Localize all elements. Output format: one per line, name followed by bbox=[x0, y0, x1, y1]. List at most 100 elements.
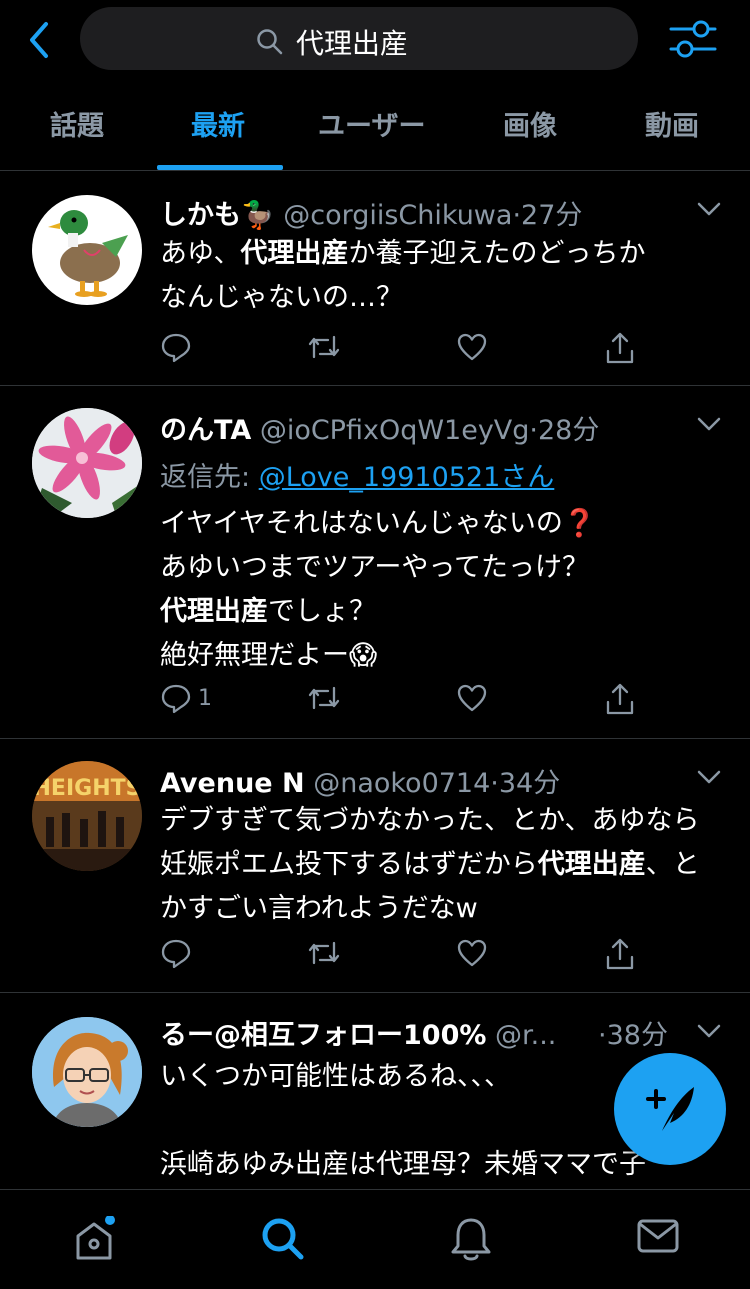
tweet-header: るー@相互フォロー100% @r... bbox=[160, 1013, 556, 1052]
tweet-text-line: 絶好無理だよー😱 bbox=[160, 640, 378, 671]
compose-tweet-button[interactable] bbox=[614, 1053, 726, 1165]
like-button[interactable] bbox=[456, 937, 488, 969]
tweet-header: Avenue N @naoko0714·34分 bbox=[160, 761, 560, 800]
tab-images[interactable]: 画像 bbox=[503, 104, 557, 143]
tweet-text: イヤイヤそれはないんじゃないの❓ あゆいつまでツアーやってたっけ？ 代理出産でしょ？… bbox=[160, 502, 720, 678]
tweet-header: しかも🦆 @corgiisChikuwa·27分 bbox=[160, 193, 582, 232]
nav-messages[interactable] bbox=[636, 1216, 680, 1256]
reply-count: 1 bbox=[198, 685, 212, 711]
like-button[interactable] bbox=[456, 682, 488, 714]
reply-icon bbox=[161, 333, 191, 363]
share-button[interactable] bbox=[604, 937, 636, 971]
chevron-down-icon bbox=[697, 202, 721, 216]
tweet-text: デブすぎて気づかなかった、とか、あゆなら妊娠ポエム投下するはずだから代理出産、と… bbox=[160, 799, 720, 931]
search-highlight: 代理出産 bbox=[240, 238, 349, 269]
tweet-text-line: いくつか可能性はあるね、、、 bbox=[160, 1061, 511, 1092]
nav-notifications[interactable] bbox=[449, 1216, 493, 1262]
tab-trending[interactable]: 話題 bbox=[50, 104, 104, 143]
like-button[interactable] bbox=[456, 331, 488, 363]
tweet-actions: 1 bbox=[160, 682, 650, 722]
retweet-icon bbox=[308, 686, 340, 710]
tweet-text-line: 代理出産でしょ？ bbox=[160, 590, 720, 634]
retweet-icon bbox=[308, 941, 340, 965]
reply-icon bbox=[161, 684, 191, 714]
username[interactable]: @r... bbox=[495, 1020, 556, 1051]
display-name[interactable]: のんTA bbox=[160, 415, 251, 446]
tab-users[interactable]: ユーザー bbox=[318, 104, 425, 143]
tweet-text-line: あゆいつまでツアーやってたっけ？ bbox=[160, 552, 590, 583]
tweet-actions bbox=[160, 937, 650, 977]
tweet-text-line: 浜崎あゆみ出産は代理母？未婚ママで子 bbox=[160, 1149, 646, 1180]
tweet-menu-button[interactable] bbox=[696, 199, 722, 219]
tweet-menu-button[interactable] bbox=[696, 767, 722, 787]
reply-to-label: 返信先: bbox=[160, 462, 259, 493]
search-filter-button[interactable] bbox=[668, 18, 718, 60]
username[interactable]: @naoko0714 bbox=[313, 768, 490, 799]
tweet-text: あゆ、代理出産か養子迎えたのどっちか なんじゃないの…？ bbox=[160, 232, 720, 320]
username[interactable]: @ioCPfixOqW1eyVg bbox=[260, 415, 530, 446]
duck-avatar-image bbox=[48, 210, 128, 297]
tweet-text-part: あゆ、 bbox=[160, 238, 241, 269]
reply-to-line: 返信先: @Love_19910521さん bbox=[160, 455, 554, 494]
retweet-icon bbox=[308, 335, 340, 359]
retweet-button[interactable] bbox=[306, 682, 342, 714]
share-icon bbox=[606, 332, 634, 364]
retweet-button[interactable] bbox=[306, 937, 342, 969]
tweet-time-wrap: ·38分 bbox=[598, 1013, 668, 1052]
chevron-down-icon bbox=[697, 417, 721, 431]
heart-icon bbox=[457, 939, 487, 967]
heart-icon bbox=[457, 684, 487, 712]
search-bar[interactable]: 代理出産 bbox=[80, 7, 638, 70]
back-button[interactable] bbox=[22, 20, 56, 60]
reply-button[interactable] bbox=[160, 331, 198, 363]
chevron-left-icon bbox=[30, 22, 48, 58]
avatar[interactable] bbox=[32, 408, 142, 518]
compose-tweet-icon bbox=[646, 1087, 694, 1131]
search-icon bbox=[257, 29, 283, 55]
reply-to-user-link[interactable]: @Love_19910521さん bbox=[259, 462, 555, 493]
reply-icon bbox=[161, 939, 191, 969]
share-button[interactable] bbox=[604, 682, 636, 716]
tab-latest[interactable]: 最新 bbox=[191, 104, 245, 143]
tweet-menu-button[interactable] bbox=[696, 414, 722, 434]
in-the-heights-poster-avatar-image: HEIGHTS bbox=[32, 761, 142, 871]
bell-icon bbox=[451, 1218, 491, 1261]
search-query: 代理出産 bbox=[296, 27, 409, 60]
display-name[interactable]: るー@相互フォロー100% bbox=[160, 1020, 486, 1051]
search-tabs: 話題 最新 ユーザー 画像 動画 bbox=[0, 82, 750, 171]
tweet[interactable]: しかも🦆 @corgiisChikuwa·27分 あゆ、代理出産か養子迎えたのど… bbox=[0, 171, 750, 386]
tweet-time: ·27分 bbox=[512, 200, 583, 231]
mail-icon bbox=[637, 1219, 679, 1253]
reply-button[interactable]: 1 bbox=[160, 682, 212, 714]
tweet-time: ·34分 bbox=[490, 768, 561, 799]
active-tab-indicator bbox=[157, 165, 283, 170]
reply-button[interactable] bbox=[160, 937, 198, 969]
search-highlight: 代理出産 bbox=[160, 596, 268, 627]
display-name[interactable]: Avenue N bbox=[160, 768, 305, 799]
share-button[interactable] bbox=[604, 331, 636, 365]
tweet[interactable]: のんTA @ioCPfixOqW1eyVg·28分 返信先: @Love_199… bbox=[0, 386, 750, 739]
avatar[interactable] bbox=[32, 195, 142, 305]
home-icon bbox=[76, 1216, 115, 1260]
tweet-text-part: でしょ？ bbox=[268, 596, 376, 627]
tweet-actions bbox=[160, 331, 650, 371]
svg-text:HEIGHTS: HEIGHTS bbox=[33, 776, 142, 801]
search-icon bbox=[262, 1218, 304, 1260]
tweet[interactable]: HEIGHTS Avenue N @naoko0714·34分 デブすぎて気づか… bbox=[0, 739, 750, 993]
username[interactable]: @corgiisChikuwa bbox=[283, 200, 512, 231]
tweet-text-line: イヤイヤそれはないんじゃないの❓ bbox=[160, 508, 597, 539]
bottom-tab-bar bbox=[0, 1189, 750, 1289]
tab-videos[interactable]: 動画 bbox=[645, 104, 699, 143]
nav-explore[interactable] bbox=[260, 1216, 306, 1262]
tweet-menu-button[interactable] bbox=[696, 1021, 722, 1041]
avatar[interactable]: HEIGHTS bbox=[32, 761, 142, 871]
nav-home[interactable] bbox=[72, 1216, 120, 1264]
retweet-button[interactable] bbox=[306, 331, 342, 363]
avatar[interactable] bbox=[32, 1017, 142, 1127]
lily-flower-avatar-image bbox=[32, 408, 142, 518]
top-bar: 代理出産 bbox=[0, 0, 750, 78]
tweet-time: ·28分 bbox=[529, 415, 600, 446]
tweet-text: いくつか可能性はあるね、、、浜崎あゆみ出産は代理母？未婚ママで子 bbox=[160, 1055, 680, 1187]
cartoon-woman-avatar-image bbox=[32, 1017, 142, 1127]
display-name[interactable]: しかも🦆 bbox=[160, 200, 275, 231]
